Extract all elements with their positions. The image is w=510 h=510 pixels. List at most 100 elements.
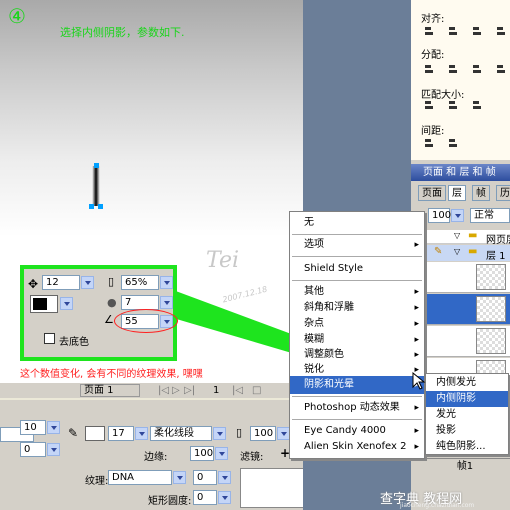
blend-mode-select[interactable]: 正常: [470, 208, 510, 223]
align-left-icon[interactable]: [423, 26, 434, 37]
layer-opacity-field[interactable]: 100: [428, 208, 451, 223]
distribute-left-icon[interactable]: [495, 64, 506, 75]
menu-separator: [292, 419, 422, 420]
texture-amount-field[interactable]: 0: [193, 470, 217, 485]
align-top-icon[interactable]: [495, 26, 506, 37]
shadow-glow-submenu: 内侧发光 内侧阴影 发光 投影 纯色阴影...: [425, 373, 509, 455]
stroke-opacity-field[interactable]: 100: [250, 426, 276, 441]
left-dropdown-2[interactable]: [47, 443, 60, 456]
match-width-icon[interactable]: [423, 100, 434, 111]
step-number: ④: [8, 4, 26, 28]
softness-field[interactable]: 7: [121, 295, 159, 310]
stroke-size-dropdown[interactable]: [135, 427, 148, 440]
tab-pages[interactable]: 页面: [418, 185, 446, 201]
layer-row-web[interactable]: ▽ ▬ 网页层: [420, 230, 510, 246]
left-value-field-2[interactable]: 0: [20, 442, 46, 457]
mouse-cursor-icon: [412, 372, 426, 390]
distribute-top-icon[interactable]: [423, 64, 434, 75]
layer-name-layer1: 层 1: [486, 251, 506, 262]
play-icon[interactable]: ▷: [172, 385, 180, 396]
match-height-icon[interactable]: [447, 100, 458, 111]
distance-field[interactable]: 12: [42, 275, 80, 290]
left-dropdown-1[interactable]: [47, 421, 60, 434]
knockout-checkbox[interactable]: [44, 333, 55, 344]
softness-dropdown[interactable]: [160, 296, 173, 309]
layer-object-row-1[interactable]: [420, 262, 510, 293]
space-horizontal-icon[interactable]: [447, 138, 458, 149]
menu-separator: [292, 256, 422, 257]
stroke-type-select[interactable]: 柔化线段: [150, 426, 212, 441]
texture-select[interactable]: DNA: [108, 470, 172, 485]
align-title: 对齐:: [421, 14, 445, 25]
layer-opacity-dropdown[interactable]: [451, 209, 464, 222]
distribute-vcenter-icon[interactable]: [447, 64, 458, 75]
filters-list[interactable]: [240, 468, 312, 508]
align-right-icon[interactable]: [471, 26, 482, 37]
edge-label: 边缘:: [144, 452, 168, 463]
menu-item-options[interactable]: 选项: [290, 236, 424, 254]
effects-menu: 无 选项 Shield Style 其他 斜角和浮雕 杂点 模糊 调整颜色 锐化…: [289, 211, 425, 459]
roundness-dropdown[interactable]: [218, 491, 231, 504]
edge-dropdown[interactable]: [215, 447, 228, 460]
angle-icon: ∠: [104, 313, 114, 326]
align-center-icon[interactable]: [447, 26, 458, 37]
menu-separator: [292, 396, 422, 397]
distance-dropdown[interactable]: [81, 276, 94, 289]
first-frame-icon[interactable]: |◁: [158, 385, 169, 396]
tab-frames[interactable]: 帧: [472, 185, 490, 201]
last-frame-icon[interactable]: |◁: [232, 385, 243, 396]
layer-row-layer1[interactable]: ✎ ▽ ▬ 层 1: [420, 245, 510, 262]
stop-icon[interactable]: □: [252, 385, 261, 396]
submenu-inner-glow[interactable]: 内侧发光: [426, 375, 508, 391]
folder-icon-2: ▬: [468, 246, 478, 257]
page-count: 1: [213, 385, 220, 396]
selection-handle-top: [94, 163, 99, 168]
align-panel: 对齐: 分配: 匹配大小: 间距:: [411, 0, 510, 160]
angle-highlight-ellipse: [114, 309, 178, 333]
menu-item-xenofex[interactable]: Alien Skin Xenofex 2: [290, 438, 424, 456]
page-select[interactable]: 页面 1: [80, 384, 140, 397]
filters-label: 滤镜:: [240, 452, 264, 463]
opacity-field[interactable]: 65%: [121, 275, 159, 290]
watermark-url: jiaocheng.chazidian.com: [400, 502, 475, 509]
edit-pencil-icon: ✎: [434, 246, 443, 257]
shadow-color-swatch[interactable]: [30, 295, 58, 313]
submenu-inner-shadow[interactable]: 内侧阴影: [426, 391, 508, 407]
texture-amount-dropdown[interactable]: [218, 471, 231, 484]
selection-handle-bl: [89, 204, 94, 209]
menu-item-photoshop-effects[interactable]: Photoshop 动态效果: [290, 399, 424, 417]
pencil-icon[interactable]: ✎: [68, 426, 78, 440]
edge-value-field[interactable]: 100: [190, 446, 214, 461]
status-bar: 页面 1 |◁ ▷ ▷| 1 |◁ □: [0, 382, 303, 398]
left-value-field-1[interactable]: 10: [20, 420, 46, 435]
texture-dropdown[interactable]: [173, 471, 186, 484]
selection-handle-br: [98, 204, 103, 209]
tab-layers[interactable]: 层: [448, 185, 466, 201]
submenu-drop-shadow[interactable]: 投影: [426, 423, 508, 439]
expand-icon-2[interactable]: ▽: [454, 247, 460, 256]
layers-panel-title[interactable]: 页面 和 层 和 帧: [411, 164, 510, 181]
submenu-glow[interactable]: 发光: [426, 407, 508, 423]
layer-object-row-selected[interactable]: [420, 294, 510, 325]
menu-item-none[interactable]: 无: [290, 214, 424, 232]
submenu-solid-shadow[interactable]: 纯色阴影...: [426, 439, 508, 455]
stroke-size-field[interactable]: 17: [108, 426, 134, 441]
menu-separator: [292, 234, 422, 235]
match-both-icon[interactable]: [471, 100, 482, 111]
stroke-color-swatch[interactable]: [85, 426, 105, 441]
expand-icon[interactable]: ▽: [454, 231, 460, 240]
stroke-type-dropdown[interactable]: [213, 427, 226, 440]
next-frame-icon[interactable]: ▷|: [184, 385, 195, 396]
menu-item-shadow-glow[interactable]: 阴影和光晕: [290, 376, 424, 394]
tab-history[interactable]: 历: [496, 185, 510, 201]
menu-item-shield-style[interactable]: Shield Style: [290, 260, 424, 278]
softness-icon: ●: [107, 296, 117, 309]
color-dropdown[interactable]: [60, 297, 73, 310]
distribute-bottom-icon[interactable]: [471, 64, 482, 75]
opacity-dropdown[interactable]: [160, 276, 173, 289]
knockout-label: 去底色: [59, 337, 89, 348]
space-vertical-icon[interactable]: [423, 138, 434, 149]
layer-object-row-3[interactable]: [420, 326, 510, 357]
selected-shape[interactable]: [88, 163, 104, 210]
roundness-field[interactable]: 0: [193, 490, 217, 505]
